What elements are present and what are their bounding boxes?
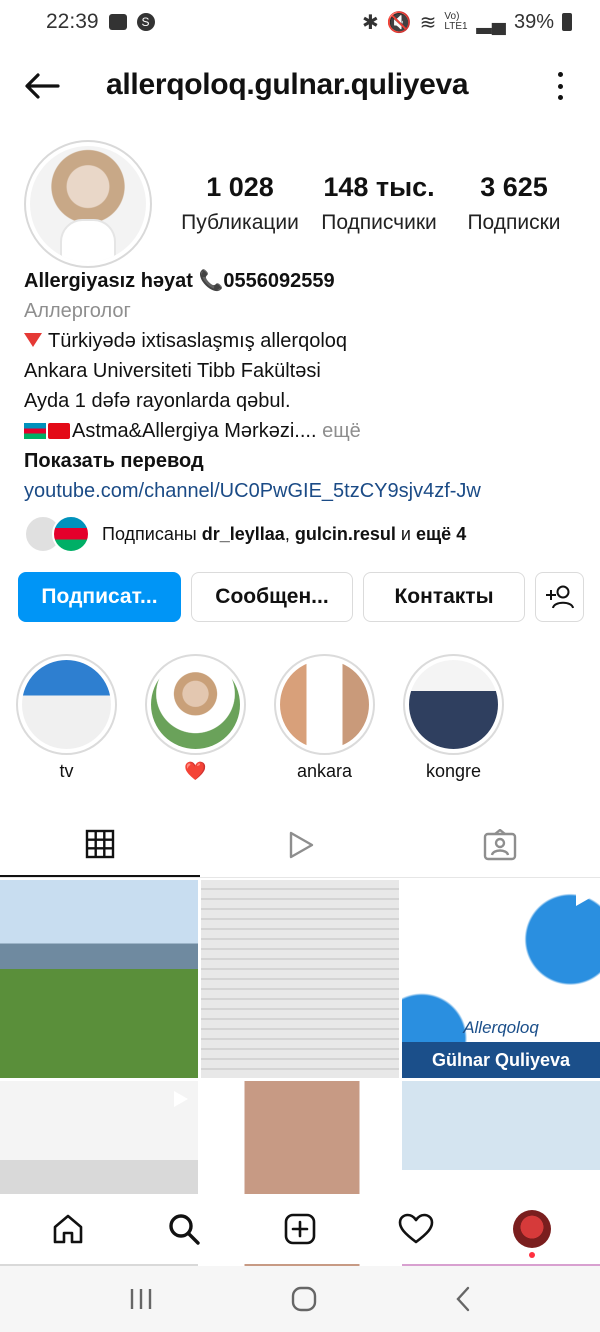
- system-navigation-bar: [0, 1266, 600, 1332]
- suggested-users-button[interactable]: [535, 572, 584, 622]
- bio-category: Аллерголог: [24, 300, 131, 322]
- network-label: Vo) LTE1: [444, 11, 468, 32]
- nav-create[interactable]: [270, 1199, 330, 1259]
- bio-external-link[interactable]: youtube.com/channel/UC0PwGIE_5tzCY9sjv4z…: [24, 476, 584, 506]
- heart-icon: [398, 1213, 434, 1244]
- profile-actions: Подписат... Сообщен... Контакты: [18, 572, 584, 622]
- turkey-flag-icon: [48, 423, 70, 439]
- avatar-image: [30, 146, 146, 262]
- skype-notification-icon: S: [136, 13, 155, 31]
- posts-count[interactable]: 1 028 Публикации: [170, 172, 310, 235]
- highlight-label: tv: [59, 761, 74, 781]
- video-badge-icon: [375, 1091, 389, 1107]
- more-options-icon[interactable]: [558, 72, 564, 100]
- following-label: Подписки: [467, 211, 561, 234]
- create-post-icon: [284, 1213, 316, 1245]
- home-icon: [53, 1214, 83, 1244]
- highlight-cover: [22, 660, 111, 749]
- highlight-label: kongre: [425, 761, 482, 781]
- nav-home[interactable]: [38, 1199, 98, 1259]
- message-notification-icon: [108, 14, 127, 30]
- nav-search[interactable]: [154, 1199, 214, 1259]
- highlight-tv[interactable]: tv: [16, 654, 117, 782]
- highlight-kongre[interactable]: kongre: [403, 654, 504, 782]
- tab-reels[interactable]: [200, 812, 400, 877]
- bio-line-4: Astma&Allergiya Mərkəzi.... ещё: [24, 416, 584, 446]
- video-badge-icon: [174, 1091, 188, 1107]
- signal-icon: ▂▄: [476, 11, 506, 34]
- highlight-ankara[interactable]: ankara: [274, 654, 375, 782]
- bio-line-1: Türkiyədə ixtisaslaşmış allerqoloq: [24, 326, 584, 356]
- tagged-person-icon: [483, 828, 517, 860]
- profile-stats: 1 028 Публикации 148 тыс. Подписчики 3 6…: [170, 172, 580, 235]
- profile-avatar-small: [513, 1210, 551, 1258]
- profile-header: allerqoloq.gulnar.quliyeva: [0, 56, 600, 116]
- bluetooth-icon: ✱: [361, 11, 379, 34]
- battery-icon: [562, 13, 572, 31]
- nav-activity[interactable]: [386, 1199, 446, 1259]
- followers-label: Подписчики: [321, 211, 437, 234]
- profile-username: allerqoloq.gulnar.quliyeva: [106, 68, 469, 101]
- video-badge-icon: [576, 890, 590, 906]
- reels-play-icon: [289, 831, 314, 858]
- posts-label: Публикации: [181, 211, 299, 234]
- following-value: 3 625: [480, 172, 548, 202]
- follow-button[interactable]: Подписат...: [18, 572, 181, 622]
- bottom-navigation: [0, 1194, 600, 1264]
- profile-tabs: [0, 812, 600, 878]
- profile-avatar[interactable]: [24, 140, 152, 268]
- system-back-icon[interactable]: [454, 1286, 472, 1312]
- azerbaijan-flag-icon: [24, 423, 46, 439]
- highlight-label: ❤️: [184, 761, 207, 781]
- grid-icon: [85, 829, 115, 858]
- nav-profile[interactable]: [502, 1199, 562, 1259]
- highlight-cover: [280, 660, 369, 749]
- post-caption: Gülnar Quliyeva: [402, 1042, 600, 1078]
- back-arrow-icon[interactable]: [22, 70, 62, 102]
- followers-count[interactable]: 148 тыс. Подписчики: [310, 172, 448, 235]
- highlight-label: ankara: [296, 761, 353, 781]
- bio-line-2: Ankara Universiteti Tibb Fakültəsi: [24, 360, 321, 382]
- notification-dot: [529, 1252, 535, 1258]
- followers-value: 148 тыс.: [323, 172, 435, 202]
- post-thumbnail[interactable]: Allerqoloq Gülnar Quliyeva: [402, 880, 600, 1078]
- bio-line-3: Ayda 1 dəfə rayonlarda qəbul.: [24, 390, 291, 412]
- highlight-cover: [409, 660, 498, 749]
- profile-bio: Allergiyasız həyat 📞0556092559 Аллерголо…: [24, 266, 584, 506]
- red-triangle-icon: [24, 333, 42, 347]
- search-icon: [169, 1214, 200, 1245]
- status-bar: 22:39 S ✱ 🔇 ≋ Vo) LTE1 ▂▄ 39%: [0, 0, 600, 44]
- add-person-icon: [545, 585, 574, 609]
- contacts-button[interactable]: Контакты: [363, 572, 525, 622]
- bio-name: Allergiyasız həyat 📞0556092559: [24, 270, 335, 292]
- recent-apps-icon[interactable]: [128, 1287, 154, 1311]
- tab-posts-grid[interactable]: [0, 812, 200, 877]
- story-highlights: tv ❤️ ankara kongre: [16, 654, 504, 782]
- mute-icon: 🔇: [386, 11, 412, 34]
- mutual-followers-avatars: [24, 515, 90, 553]
- posts-value: 1 028: [206, 172, 274, 202]
- post-thumbnail[interactable]: [201, 880, 399, 1078]
- battery-level: 39%: [513, 10, 554, 33]
- followed-by[interactable]: Подписаны dr_leyllaa, gulcin.resul и ещё…: [24, 514, 466, 554]
- followed-by-text: Подписаны dr_leyllaa, gulcin.resul и ещё…: [102, 523, 467, 544]
- tab-tagged[interactable]: [400, 812, 600, 877]
- show-translation-link[interactable]: Показать перевод: [24, 446, 584, 476]
- message-button[interactable]: Сообщен...: [191, 572, 353, 622]
- mutual-avatar-2: [52, 515, 90, 553]
- post-thumbnail[interactable]: [0, 880, 198, 1078]
- highlight-cover: [151, 660, 240, 749]
- bio-more-link[interactable]: ещё: [322, 420, 361, 442]
- wifi-icon: ≋: [419, 11, 437, 34]
- home-button-icon[interactable]: [290, 1285, 318, 1313]
- highlight-heart[interactable]: ❤️: [145, 654, 246, 782]
- post-subtitle: Allerqoloq: [463, 1018, 539, 1037]
- status-time: 22:39: [46, 10, 99, 33]
- following-count[interactable]: 3 625 Подписки: [448, 172, 580, 235]
